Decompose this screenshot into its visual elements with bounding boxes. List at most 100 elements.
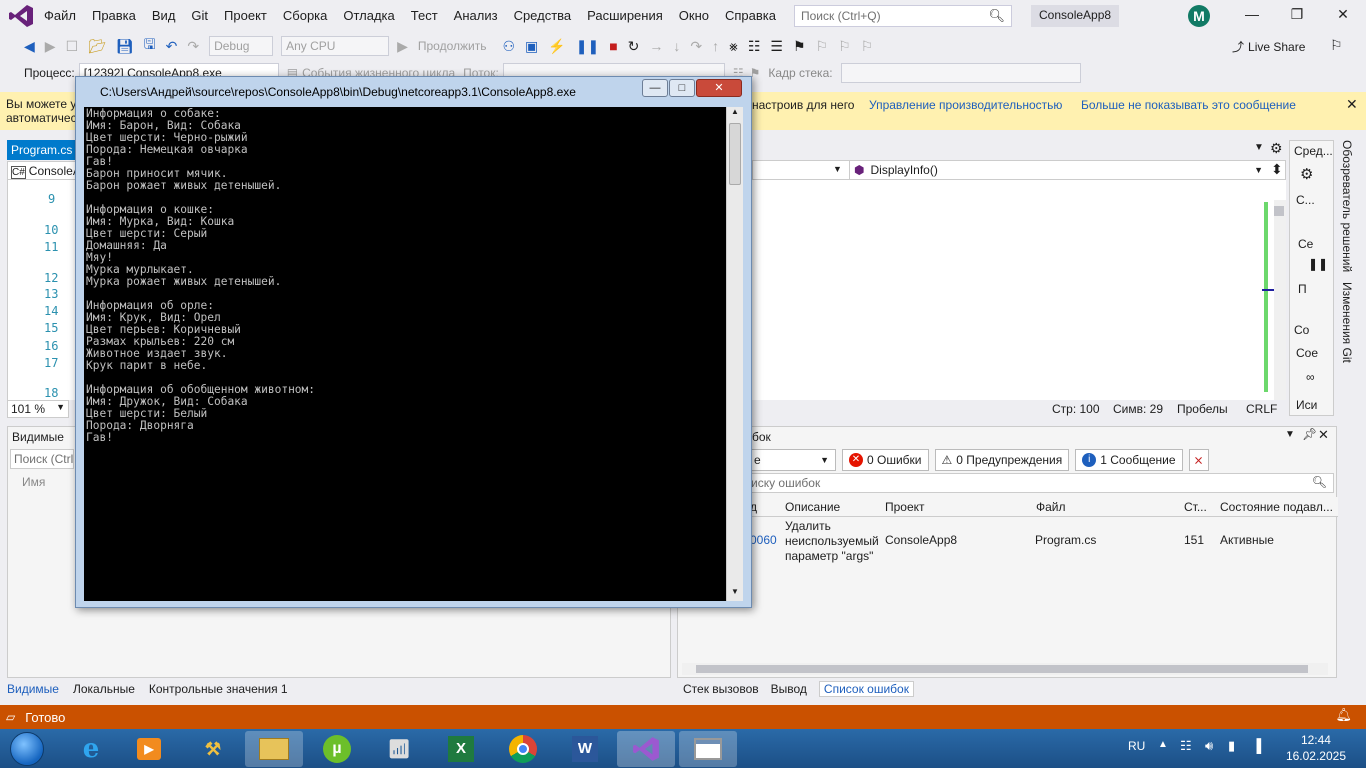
hot-reload-icon[interactable]: ⚡: [548, 38, 565, 55]
console-scrollbar[interactable]: ▲ ▼: [726, 107, 743, 601]
config-dropdown[interactable]: Debug: [209, 36, 274, 56]
zoom-dropdown[interactable]: 101 % ▼: [7, 400, 69, 418]
save-all-icon[interactable]: 🖫︎: [144, 34, 156, 58]
chevron-down-icon[interactable]: ▼: [833, 164, 842, 174]
chrome-icon[interactable]: [494, 731, 552, 767]
volume-icon[interactable]: 🔊︎: [1205, 738, 1213, 754]
step-over-icon[interactable]: ↷: [690, 38, 702, 55]
menu-window[interactable]: Окно: [679, 8, 709, 23]
menu-file[interactable]: Файл: [44, 8, 76, 23]
back-icon[interactable]: ◀: [24, 38, 35, 55]
live-share-button[interactable]: ⤴ Live Share: [1232, 38, 1305, 55]
side-item[interactable]: Со: [1294, 323, 1309, 337]
col-file[interactable]: Файл: [1036, 500, 1066, 514]
visual-studio-logo-icon[interactable]: [8, 4, 34, 28]
menu-view[interactable]: Вид: [152, 8, 176, 23]
search-input[interactable]: Поиск (Ctrl+Q) 🔍︎: [794, 5, 1012, 27]
forward-icon[interactable]: ▶: [45, 38, 56, 55]
menu-tools[interactable]: Средства: [514, 8, 572, 23]
close-icon[interactable]: ✕: [1328, 6, 1358, 23]
console-window[interactable]: C:\Users\Андрей\source\repos\ConsoleApp8…: [75, 76, 752, 608]
start-button[interactable]: [0, 731, 54, 767]
avatar[interactable]: M: [1188, 5, 1210, 27]
diagnostics-icon[interactable]: ⨳: [729, 38, 738, 55]
step-out-icon[interactable]: ↑: [712, 38, 719, 54]
redo-icon[interactable]: ↷: [187, 38, 199, 55]
col-project[interactable]: Проект: [885, 500, 925, 514]
pin-icon[interactable]: 📌︎: [1302, 427, 1317, 441]
word-icon[interactable]: W: [556, 731, 614, 767]
menu-analyze[interactable]: Анализ: [454, 8, 498, 23]
dont-show-again-link[interactable]: Больше не показывать это сообщение: [1081, 98, 1296, 112]
scroll-down-icon[interactable]: ▼: [727, 587, 743, 601]
close-pane-icon[interactable]: ✕: [1318, 427, 1329, 443]
menu-edit[interactable]: Правка: [92, 8, 136, 23]
col-suppression[interactable]: Состояние подавл...: [1220, 500, 1333, 514]
close-infobar-icon[interactable]: ✕: [1346, 96, 1358, 113]
menu-build[interactable]: Сборка: [283, 8, 328, 23]
menu-test[interactable]: Тест: [411, 8, 438, 23]
status-eol[interactable]: CRLF: [1246, 402, 1277, 416]
side-item[interactable]: Се: [1298, 237, 1313, 251]
status-whitespace[interactable]: Пробелы: [1177, 402, 1228, 416]
visual-studio-taskbar-icon[interactable]: [617, 731, 675, 767]
step-into-icon[interactable]: ↓: [673, 38, 680, 54]
settings-icon[interactable]: ⚙: [1300, 165, 1313, 183]
restore-icon[interactable]: ❐: [1282, 6, 1312, 23]
step-next-icon[interactable]: →: [649, 38, 663, 54]
utorrent-icon[interactable]: µ: [308, 731, 366, 767]
notifications-icon[interactable]: 🔔︎: [1335, 707, 1352, 723]
warnings-filter-button[interactable]: ⚠ 0 Предупреждения: [934, 449, 1070, 471]
errors-filter-button[interactable]: ✕ 0 Ошибки: [842, 449, 929, 471]
new-item-icon[interactable]: ☐: [66, 38, 79, 55]
media-player-icon[interactable]: ▶: [120, 731, 178, 767]
continue-icon[interactable]: ▶: [397, 38, 408, 55]
network-tray-icon[interactable]: ☷: [1180, 738, 1192, 754]
scroll-thumb[interactable]: [1274, 206, 1284, 216]
menu-git[interactable]: Git: [191, 8, 208, 23]
scroll-thumb[interactable]: [729, 123, 741, 185]
member-dropdown[interactable]: ⬢ DisplayInfo() ▼: [849, 161, 1267, 179]
file-explorer-icon[interactable]: [245, 731, 303, 767]
console-minimize-icon[interactable]: —: [642, 79, 668, 97]
scroll-thumb[interactable]: [696, 665, 1308, 673]
build-filter-button[interactable]: ⨯: [1188, 449, 1209, 471]
scroll-up-icon[interactable]: ▲: [727, 107, 743, 121]
console-taskbar-icon[interactable]: [679, 731, 737, 767]
callstack-icon[interactable]: ☷: [748, 38, 761, 55]
pause-icon[interactable]: ❚❚: [1308, 257, 1328, 271]
tab-watch1[interactable]: Контрольные значения 1: [149, 682, 288, 696]
console-close-icon[interactable]: ✕: [696, 79, 742, 97]
tools-icon[interactable]: ⚒: [184, 731, 242, 767]
code-editor-left[interactable]: 9 10 11 12 13 14 15 16 17 18: [7, 180, 79, 400]
stop-icon[interactable]: ■: [609, 38, 617, 54]
excel-icon[interactable]: X: [432, 731, 490, 767]
restart-icon[interactable]: ↻: [628, 38, 640, 55]
bookmark-clear-icon[interactable]: ⚐: [861, 38, 874, 55]
threads-icon[interactable]: ☰: [770, 38, 783, 55]
tray-expand-icon[interactable]: ▲: [1158, 739, 1168, 750]
tab-program-cs[interactable]: Program.cs: [7, 140, 77, 160]
split-icon[interactable]: ⬍: [1271, 161, 1283, 178]
menu-project[interactable]: Проект: [224, 8, 267, 23]
internet-explorer-icon[interactable]: e: [62, 731, 120, 767]
continue-button[interactable]: Продолжить: [418, 39, 487, 53]
wireless-icon[interactable]: 📶︎: [370, 731, 428, 767]
bookmark-prev-icon[interactable]: ⚐: [816, 38, 829, 55]
side-item[interactable]: П: [1298, 282, 1307, 296]
editor-scrollbar[interactable]: [1274, 200, 1286, 400]
menu-debug[interactable]: Отладка: [343, 8, 394, 23]
save-icon[interactable]: 💾︎: [116, 38, 134, 55]
tab-autos[interactable]: Видимые: [7, 682, 59, 696]
settings-icon[interactable]: ⚙: [1270, 140, 1283, 157]
code-editor-right[interactable]: [752, 180, 1286, 400]
menu-help[interactable]: Справка: [725, 8, 776, 23]
undo-icon[interactable]: ↶: [166, 38, 178, 55]
error-search-input[interactable]: иску ошибок 🔍︎: [678, 473, 1334, 493]
tab-error-list[interactable]: Список ошибок: [818, 681, 914, 697]
tab-git-changes[interactable]: Изменения Git: [1340, 282, 1354, 363]
console-output[interactable]: Информация о собаке: Имя: Барон, Вид: Соб…: [84, 107, 726, 601]
messages-filter-button[interactable]: i1 Сообщение: [1075, 449, 1183, 471]
battery-icon[interactable]: ▮: [1228, 738, 1235, 754]
bookmark-next-icon[interactable]: ⚐: [838, 38, 851, 55]
